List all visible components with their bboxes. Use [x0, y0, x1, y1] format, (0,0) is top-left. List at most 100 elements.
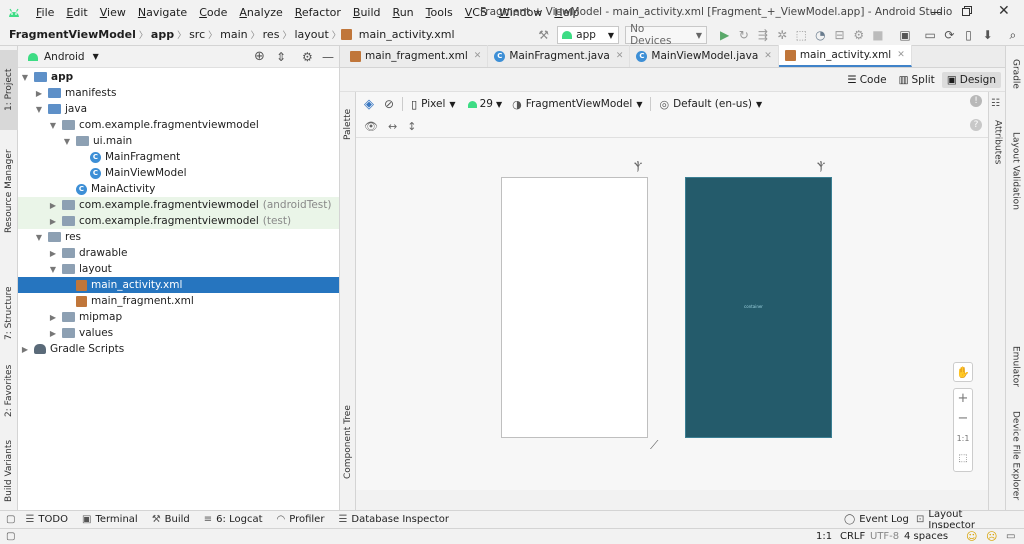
attach-process-icon[interactable]: ⚙ — [849, 25, 868, 45]
tab-emulator[interactable]: Emulator — [1006, 336, 1024, 396]
editor-tab[interactable]: main_activity.xml ✕ — [778, 45, 912, 67]
tree-item[interactable]: ▼ com.example.fragmentviewmodel — [18, 117, 339, 133]
avd-manager-icon[interactable]: ▭ — [921, 25, 940, 45]
zoom-out-button[interactable]: − — [954, 409, 972, 429]
editor-tab[interactable]: main_fragment.xml ✕ — [344, 45, 489, 67]
database-inspector-tool[interactable]: ☰ Database Inspector — [338, 514, 449, 525]
tab-structure[interactable]: 7: Structure — [0, 278, 18, 348]
menu-tools[interactable]: Tools — [420, 6, 459, 19]
vertical-resize-icon[interactable]: ↕ — [407, 120, 416, 133]
indent-setting[interactable]: 4 spaces — [904, 531, 948, 542]
tab-resource-manager[interactable]: Resource Manager — [0, 136, 18, 246]
line-separator[interactable]: CRLF — [840, 531, 865, 542]
tree-item[interactable]: ▶ Gradle Scripts — [18, 341, 339, 357]
collapsed-arrow-icon[interactable]: ▶ — [48, 217, 58, 226]
event-log-tool[interactable]: ◯ Event Log — [844, 514, 909, 525]
tree-item[interactable]: ▼ app — [18, 69, 339, 85]
tree-item[interactable]: ▶ manifests — [18, 85, 339, 101]
dropdown-arrow-icon[interactable]: ▼ — [496, 100, 502, 109]
close-window-button[interactable]: ✕ — [998, 3, 1010, 19]
split-mode-button[interactable]: ▥ Split — [894, 72, 940, 88]
editor-tab[interactable]: C MainFragment.java ✕ — [488, 45, 631, 67]
layers-icon[interactable]: ◈ — [364, 97, 374, 112]
maximize-button[interactable] — [962, 6, 974, 18]
breadcrumb-item[interactable]: layout — [291, 28, 331, 41]
gear-icon[interactable]: ⚙ — [302, 50, 313, 64]
stop-icon[interactable]: ■ — [868, 25, 887, 45]
blueprint-preview[interactable]: container — [685, 177, 832, 438]
tab-gradle[interactable]: Gradle — [1006, 54, 1024, 94]
tree-item[interactable]: C MainViewModel — [18, 165, 339, 181]
help-icon[interactable]: ? — [970, 119, 982, 131]
run-config-select[interactable]: app ▼ — [557, 26, 620, 44]
collapsed-arrow-icon[interactable]: ▶ — [48, 249, 58, 258]
project-structure-icon[interactable]: ▣ — [895, 25, 914, 45]
expanded-arrow-icon[interactable]: ▼ — [34, 233, 44, 242]
breadcrumb-item[interactable]: res — [260, 28, 283, 41]
collapsed-arrow-icon[interactable]: ▶ — [48, 201, 58, 210]
project-view-select[interactable]: Android — [44, 51, 85, 63]
status-toggle-icon[interactable]: ▢ — [6, 531, 15, 542]
tab-favorites[interactable]: 2: Favorites — [0, 356, 18, 426]
locale-select[interactable]: Default (en-us) — [673, 98, 752, 110]
breadcrumb-item[interactable]: app — [148, 28, 177, 41]
collapsed-arrow-icon[interactable]: ▶ — [34, 89, 44, 98]
logcat-tool[interactable]: ≡ 6: Logcat — [204, 514, 263, 525]
eye-icon[interactable]: 👁 — [364, 120, 378, 133]
design-canvas[interactable]: Ⲯ ⟋ Ⲯ container ✋ + − 1:1 ⬚ — [356, 138, 1005, 490]
design-mode-button[interactable]: ▣ Design — [941, 71, 1001, 88]
zoom-fit-button[interactable]: ⬚ — [954, 449, 972, 469]
profile-icon[interactable]: ◔ — [811, 25, 830, 45]
tab-device-file-explorer[interactable]: Device File Explorer — [1006, 406, 1024, 506]
expanded-arrow-icon[interactable]: ▼ — [48, 265, 58, 274]
tab-palette[interactable]: Palette — [340, 102, 356, 146]
tab-attributes[interactable]: Attributes — [989, 112, 1006, 172]
horizontal-resize-icon[interactable]: ↔ — [388, 120, 397, 133]
menu-build[interactable]: Build — [347, 6, 387, 19]
resize-handle-icon[interactable]: ⟋ — [650, 438, 658, 453]
tree-item[interactable]: ▼ layout — [18, 261, 339, 277]
coverage-icon[interactable]: ⊟ — [830, 25, 849, 45]
todo-tool[interactable]: ☰ TODO — [25, 514, 68, 525]
device-manager-icon[interactable]: ▯ — [959, 25, 978, 45]
close-tab-icon[interactable]: ✕ — [897, 50, 905, 60]
expanded-arrow-icon[interactable]: ▼ — [62, 137, 72, 146]
tab-project[interactable]: 1: Project — [0, 50, 18, 130]
hammer-icon[interactable]: ⚒ — [534, 25, 553, 45]
menu-file[interactable]: File — [30, 6, 60, 19]
notifications-icon[interactable]: ▭ — [1006, 531, 1015, 542]
tree-item[interactable]: ▼ ui.main — [18, 133, 339, 149]
attach-debugger-icon[interactable]: ⬚ — [792, 25, 811, 45]
device-select[interactable]: No Devices ▼ — [625, 23, 708, 47]
tree-item[interactable]: C MainFragment — [18, 149, 339, 165]
tree-item[interactable]: ▶ com.example.fragmentviewmodel (test) — [18, 213, 339, 229]
editor-tab[interactable]: C MainViewModel.java ✕ — [630, 45, 779, 67]
minimize-button[interactable] — [930, 6, 942, 18]
pan-button[interactable]: ✋ — [953, 362, 973, 382]
design-preview[interactable] — [501, 177, 648, 438]
sad-face-icon[interactable]: ☹ — [986, 530, 997, 543]
tree-item[interactable]: main_fragment.xml — [18, 293, 339, 309]
dropdown-arrow-icon[interactable]: ▼ — [93, 52, 99, 61]
collapse-all-icon[interactable]: ⇕ — [276, 50, 286, 64]
tool-window-toggle-icon[interactable]: ▢ — [6, 514, 15, 525]
device-select[interactable]: Pixel — [421, 98, 445, 110]
breadcrumb-item[interactable]: src — [186, 28, 208, 41]
tree-item[interactable]: C MainActivity — [18, 181, 339, 197]
locate-icon[interactable]: ⊕ — [254, 49, 265, 64]
tab-component-tree[interactable]: Component Tree — [340, 392, 356, 492]
blueprint-toggle-icon[interactable]: ⊘ — [384, 97, 394, 111]
tree-item[interactable]: main_activity.xml — [18, 277, 339, 293]
api-select[interactable]: 29 — [480, 98, 493, 110]
dropdown-arrow-icon[interactable]: ▼ — [756, 100, 762, 109]
expanded-arrow-icon[interactable]: ▼ — [34, 105, 44, 114]
sync-gradle-icon[interactable]: ⟳ — [940, 25, 959, 45]
run-icon[interactable]: ▶ — [715, 25, 734, 45]
profiler-tool[interactable]: ◠ Profiler — [277, 514, 325, 525]
caret-position[interactable]: 1:1 — [816, 531, 832, 542]
hide-panel-icon[interactable]: — — [322, 50, 334, 64]
tab-layout-validation[interactable]: Layout Validation — [1006, 116, 1024, 226]
menu-view[interactable]: View — [94, 6, 132, 19]
tree-item[interactable]: ▶ values — [18, 325, 339, 341]
debug-icon[interactable]: ✲ — [773, 25, 792, 45]
